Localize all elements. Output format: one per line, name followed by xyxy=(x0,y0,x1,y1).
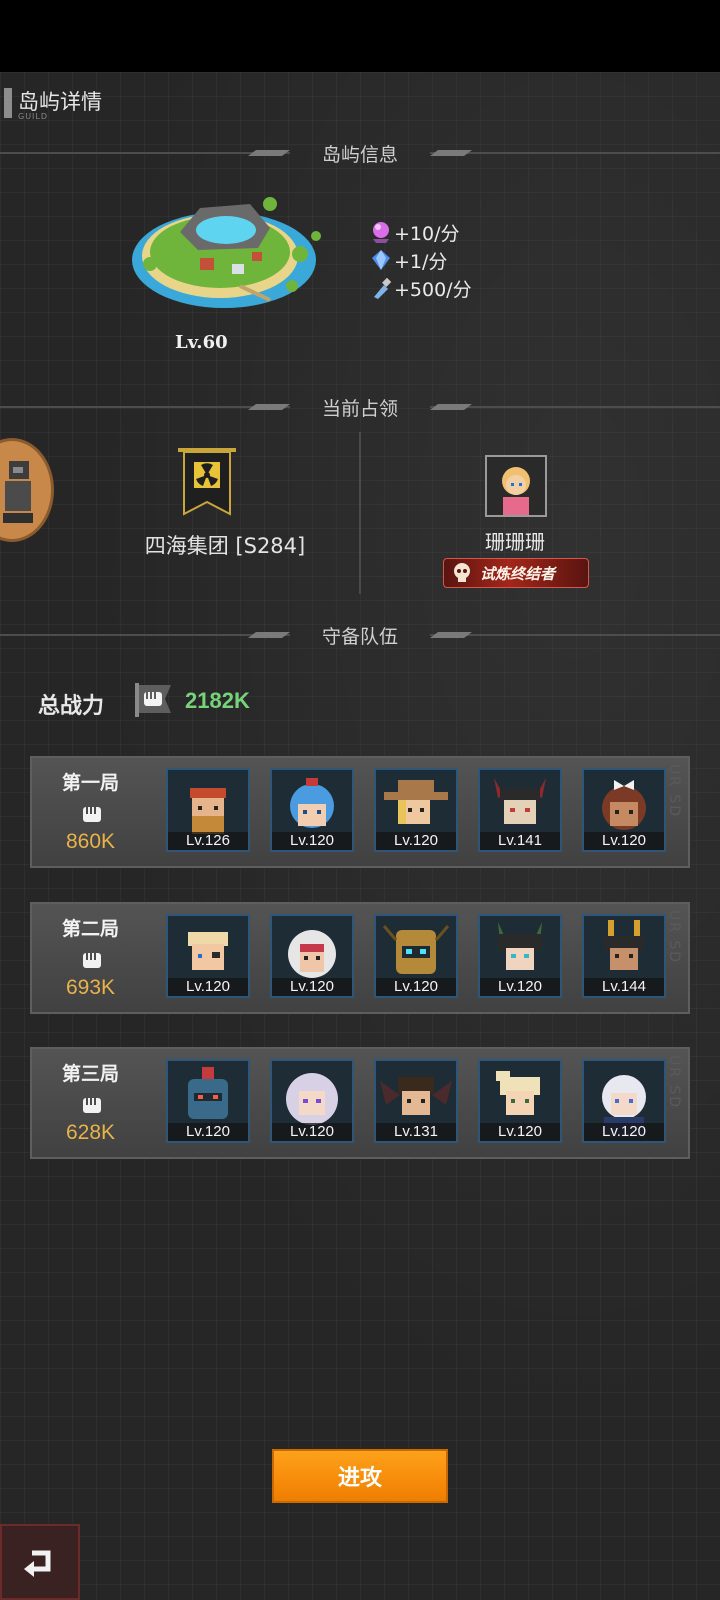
hero-level: Lv.120 xyxy=(376,978,456,996)
page-subtitle: GUILD xyxy=(18,112,49,121)
hero-slot[interactable]: Lv.120 xyxy=(166,1059,250,1143)
reward-row: +10/分 xyxy=(368,218,472,246)
hero-slot[interactable]: Lv.120 xyxy=(166,914,250,998)
title-accent-bar xyxy=(4,88,12,118)
section-label: 当前占领 xyxy=(321,398,398,420)
hero-slot[interactable]: Lv.120 xyxy=(270,914,354,998)
reward-text: +1/分 xyxy=(394,250,448,273)
hero-level: Lv.120 xyxy=(480,978,560,996)
pink-orb-icon xyxy=(373,222,389,243)
section-header-island-info: 岛屿信息 xyxy=(0,138,720,168)
island-map-icon xyxy=(132,197,321,308)
hero-level: Lv.120 xyxy=(272,978,352,996)
hero-slot[interactable]: Lv.144 xyxy=(582,914,666,998)
hero-level: Lv.120 xyxy=(272,1123,352,1141)
hero-slot[interactable]: Lv.126 xyxy=(166,768,250,852)
hero-level: Lv.144 xyxy=(584,978,664,996)
blue-gem-icon xyxy=(372,250,390,270)
hero-level: Lv.120 xyxy=(168,1123,248,1141)
reward-text: +500/分 xyxy=(394,278,472,301)
power-fist-icon xyxy=(135,683,171,717)
skull-icon xyxy=(454,563,470,582)
back-arrow-icon xyxy=(24,1550,51,1577)
round-label: 第二局 xyxy=(62,918,120,940)
hero-slot[interactable]: Lv.120 xyxy=(374,768,458,852)
reward-row: +1/分 xyxy=(368,246,472,274)
leader-title-badge: 试炼终结者 xyxy=(443,558,589,588)
hero-slot[interactable]: Lv.120 xyxy=(270,1059,354,1143)
round-label: 第一局 xyxy=(62,772,120,794)
hero-slot[interactable]: Lv.120 xyxy=(478,1059,562,1143)
hero-level: Lv.120 xyxy=(376,832,456,850)
occupation-divider xyxy=(359,432,361,594)
round-power: 628K xyxy=(66,1121,116,1144)
leader-name: 珊珊珊 xyxy=(485,530,545,554)
hero-level: Lv.120 xyxy=(272,832,352,850)
hero-slot[interactable]: Lv.120 xyxy=(374,914,458,998)
team-row-3[interactable]: UR SD 第三局 628K Lv.120 Lv.120 Lv.131 Lv.1… xyxy=(30,1047,690,1159)
guild-banner-icon xyxy=(178,448,236,516)
reward-text: +10/分 xyxy=(394,222,460,245)
total-power-value: 2182K xyxy=(185,688,250,713)
hero-level: Lv.120 xyxy=(168,978,248,996)
status-bar xyxy=(0,0,720,72)
leader-avatar[interactable] xyxy=(485,455,547,517)
leader-title-text: 试炼终结者 xyxy=(480,564,556,583)
hero-level: Lv.120 xyxy=(584,1123,664,1141)
bottle-icon xyxy=(374,277,392,299)
hero-level: Lv.120 xyxy=(480,1123,560,1141)
section-label: 守备队伍 xyxy=(321,626,398,648)
total-power-label: 总战力 xyxy=(38,694,105,719)
round-label: 第三局 xyxy=(62,1063,120,1085)
round-power: 693K xyxy=(66,976,116,999)
attack-button[interactable]: 进攻 xyxy=(272,1449,448,1503)
round-power: 860K xyxy=(66,830,116,853)
section-label: 岛屿信息 xyxy=(321,144,398,166)
island-rewards: +10/分 +1/分 +500/分 xyxy=(368,218,472,302)
back-button[interactable] xyxy=(0,1524,80,1600)
hero-slot[interactable]: Lv.120 xyxy=(582,768,666,852)
hero-slot[interactable]: Lv.120 xyxy=(478,914,562,998)
hero-slot[interactable]: Lv.131 xyxy=(374,1059,458,1143)
team-row-1[interactable]: UR SD 第一局 860K Lv.126 Lv.120 Lv.120 Lv.1… xyxy=(30,756,690,868)
section-header-defense: 守备队伍 xyxy=(0,620,720,650)
section-header-occupation: 当前占领 xyxy=(0,392,720,422)
team-row-2[interactable]: UR SD 第二局 693K Lv.120 Lv.120 Lv.120 Lv.1… xyxy=(30,902,690,1014)
fist-icon xyxy=(83,953,101,968)
reward-row: +500/分 xyxy=(368,274,472,302)
fist-icon xyxy=(83,807,101,822)
hero-level: Lv.131 xyxy=(376,1123,456,1141)
hero-level: Lv.126 xyxy=(168,832,248,850)
hero-level: Lv.141 xyxy=(480,832,560,850)
island-level: Lv.60 xyxy=(175,332,228,353)
fist-icon xyxy=(83,1098,101,1113)
hero-slot[interactable]: Lv.120 xyxy=(582,1059,666,1143)
hero-slot[interactable]: Lv.120 xyxy=(270,768,354,852)
guild-name: 四海集团 [S284] xyxy=(144,534,306,558)
hero-slot[interactable]: Lv.141 xyxy=(478,768,562,852)
hero-level: Lv.120 xyxy=(584,832,664,850)
